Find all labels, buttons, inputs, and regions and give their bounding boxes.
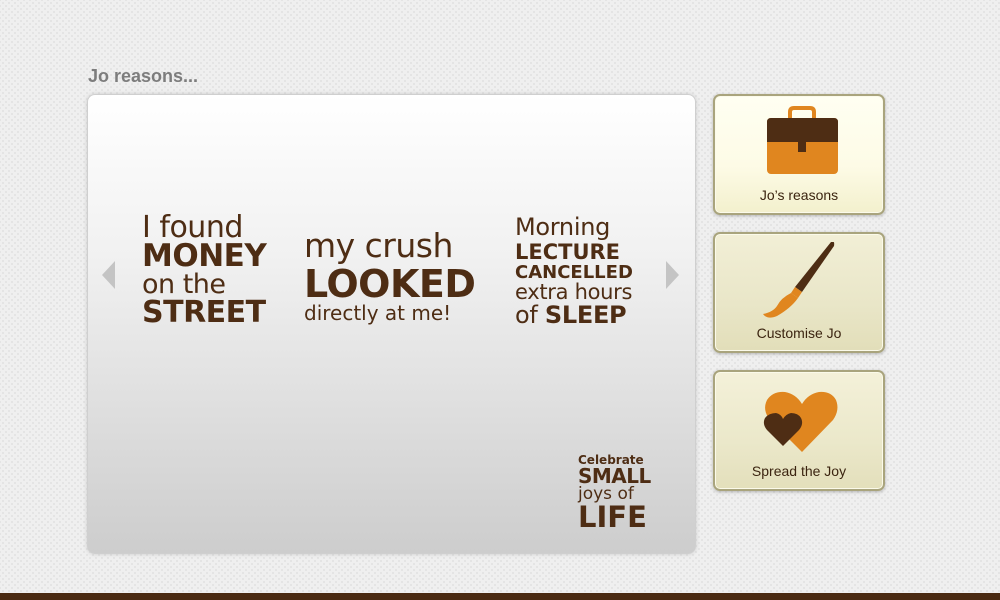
footer-bar xyxy=(0,593,1000,600)
reasons-carousel: I found MONEY on the STREET my crush LOO… xyxy=(87,94,696,554)
logo-text-line: SMALL xyxy=(578,464,651,488)
tile-spread-the-joy[interactable]: Spread the Joy xyxy=(713,370,885,491)
tile-label: Spread the Joy xyxy=(751,463,847,479)
tile-customise-jo[interactable]: Customise Jo xyxy=(713,232,885,353)
reason-text-line: MONEY xyxy=(142,238,267,274)
tile-jos-reasons[interactable]: Jo’s reasons xyxy=(713,94,885,215)
celebrate-small-joys-logo: Celebrate SMALL joys of LIFE xyxy=(578,454,651,532)
reason-text-line: extra hours xyxy=(515,280,633,304)
reason-text-line: Morning xyxy=(515,213,611,241)
section-heading: Jo reasons... xyxy=(88,66,199,86)
reason-text-word: SLEEP xyxy=(544,301,627,329)
briefcase-icon xyxy=(767,106,838,174)
reason-text-line: on the xyxy=(142,269,226,300)
tile-label: Jo’s reasons xyxy=(759,187,839,203)
reason-text-line: my crush xyxy=(304,226,453,265)
reason-text-line: LOOKED xyxy=(304,262,476,306)
reason-text-word: of xyxy=(515,301,538,329)
reason-text-line: LECTURE xyxy=(515,240,621,264)
reason-text-line: directly at me! xyxy=(304,301,452,325)
logo-text-line: LIFE xyxy=(578,500,647,534)
carousel-next-arrow[interactable] xyxy=(666,261,679,289)
tile-label: Customise Jo xyxy=(756,325,842,341)
reason-text-line: of SLEEP xyxy=(515,303,633,327)
reason-text-line: STREET xyxy=(142,295,266,330)
paintbrush-icon xyxy=(763,242,835,318)
reason-card-money[interactable]: I found MONEY on the STREET xyxy=(142,213,267,330)
hearts-icon xyxy=(763,391,838,452)
carousel-prev-arrow[interactable] xyxy=(102,261,115,289)
reason-card-lecture[interactable]: Morning LECTURE CANCELLED extra hours of… xyxy=(515,215,633,327)
reason-card-crush[interactable]: my crush LOOKED directly at me! xyxy=(304,226,476,325)
